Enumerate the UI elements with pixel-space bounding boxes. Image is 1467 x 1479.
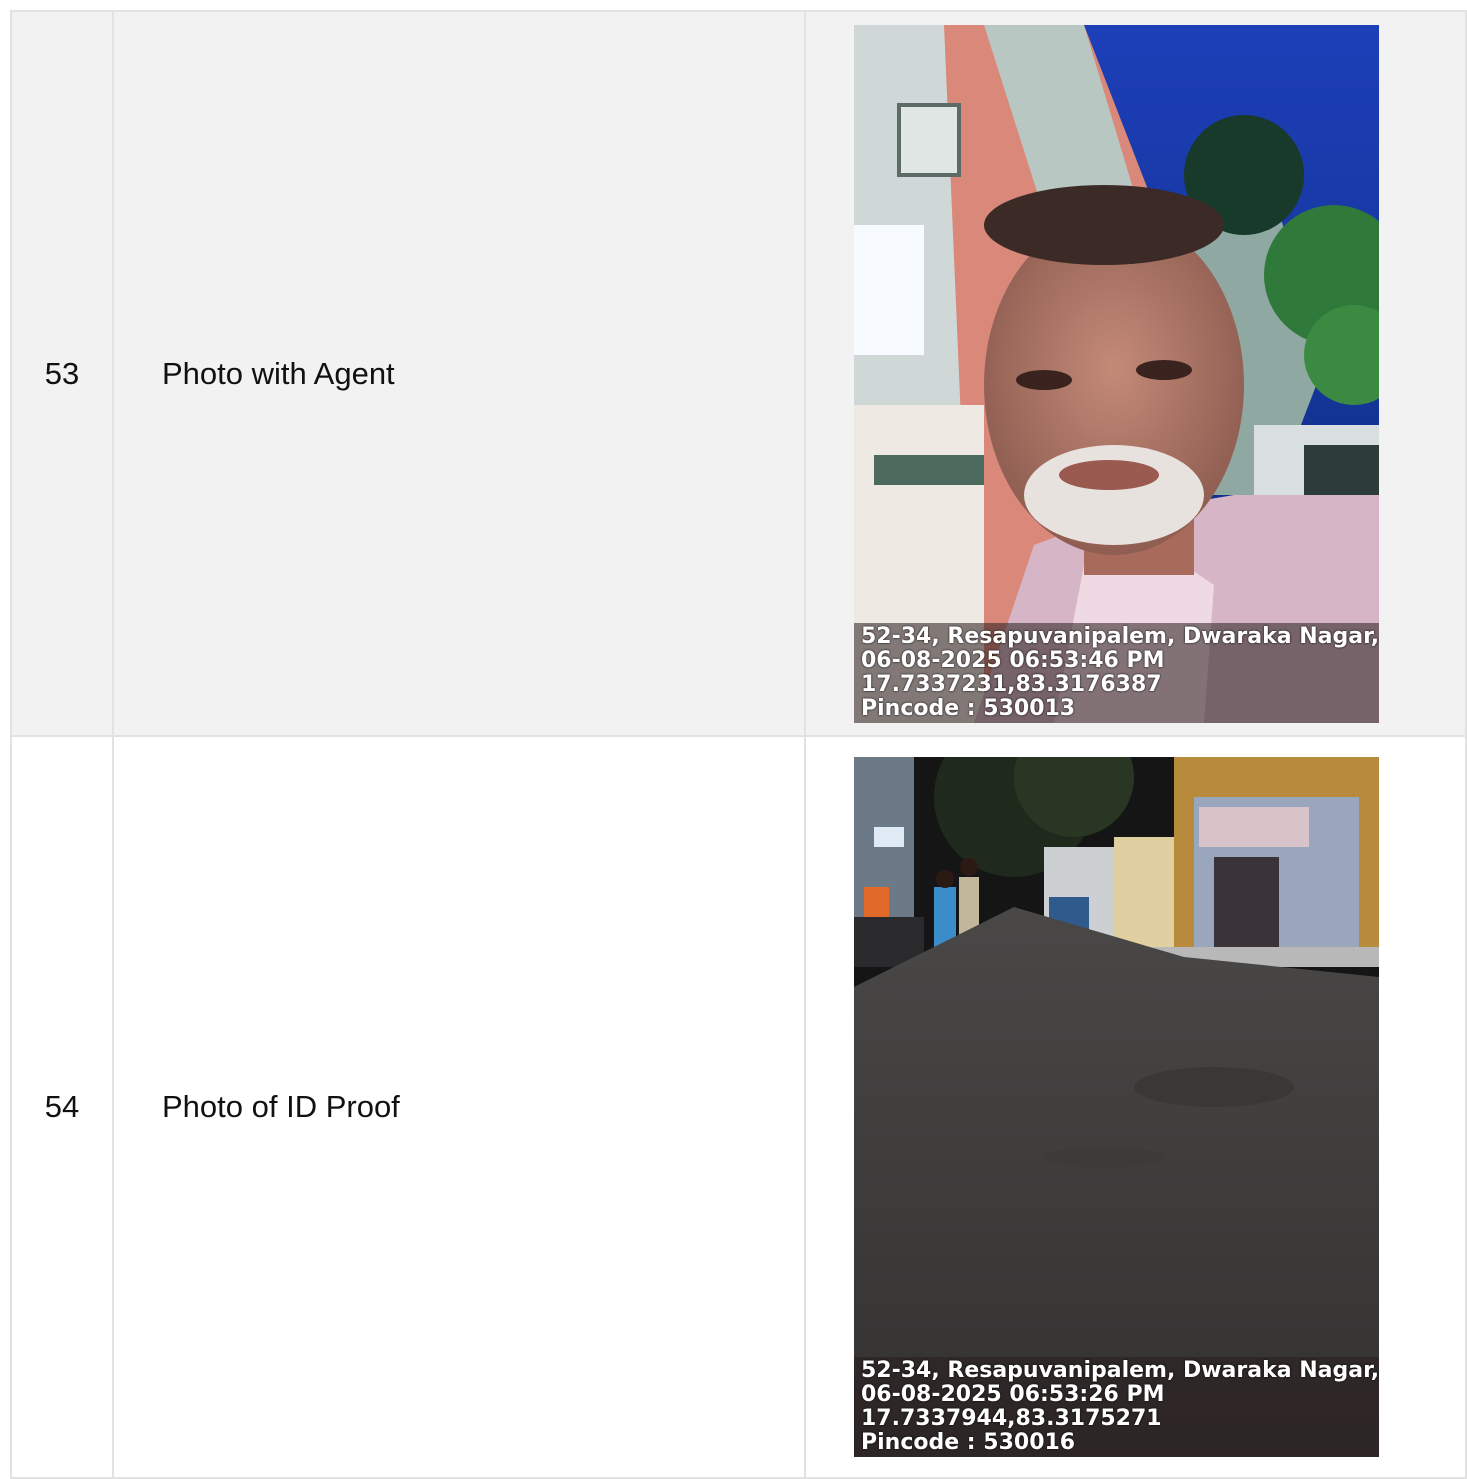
stamp-pincode: Pincode : 530013 [861,695,1076,721]
stamp-datetime: 06-08-2025 06:53:26 PM [861,1382,1165,1407]
stamp-datetime: 06-08-2025 06:53:46 PM [861,647,1165,673]
row-label: Photo with Agent [112,10,806,737]
selfie-image [854,24,1379,723]
agent-selfie-photo[interactable]: 52-34, Resapuvanipalem, Dwaraka Nagar, V… [854,24,1379,723]
stamp-coords: 17.7337944,83.3175271 [861,1406,1162,1431]
stamp-pincode: Pincode : 530016 [861,1430,1076,1455]
photo-cell: 52-34, Resapuvanipalem, Dwaraka Nagar, V… [804,735,1467,1479]
photo-geotag-stamp: 52-34, Resapuvanipalem, Dwaraka Nagar, V… [854,622,1379,723]
stamp-coords: 17.7337231,83.3176387 [861,671,1162,697]
row-number: 54 [10,735,114,1479]
stamp-address: 52-34, Resapuvanipalem, Dwaraka Nagar, V… [861,1358,1379,1383]
row-number: 53 [10,10,114,737]
street-image [854,757,1379,1457]
stamp-address: 52-34, Resapuvanipalem, Dwaraka Nagar, V… [861,623,1379,649]
table-row: 53 Photo with Agent 52-34, Resapuvanipal… [10,10,1467,737]
id-proof-photo[interactable]: 52-34, Resapuvanipalem, Dwaraka Nagar, V… [854,757,1379,1457]
photo-table: 53 Photo with Agent 52-34, Resapuvanipal… [10,10,1467,1479]
row-label: Photo of ID Proof [112,735,806,1479]
photo-geotag-stamp: 52-34, Resapuvanipalem, Dwaraka Nagar, V… [854,1357,1379,1457]
table-row: 54 Photo of ID Proof 52-34, Resapuvanipa… [10,735,1467,1479]
photo-cell: 52-34, Resapuvanipalem, Dwaraka Nagar, V… [804,10,1467,737]
